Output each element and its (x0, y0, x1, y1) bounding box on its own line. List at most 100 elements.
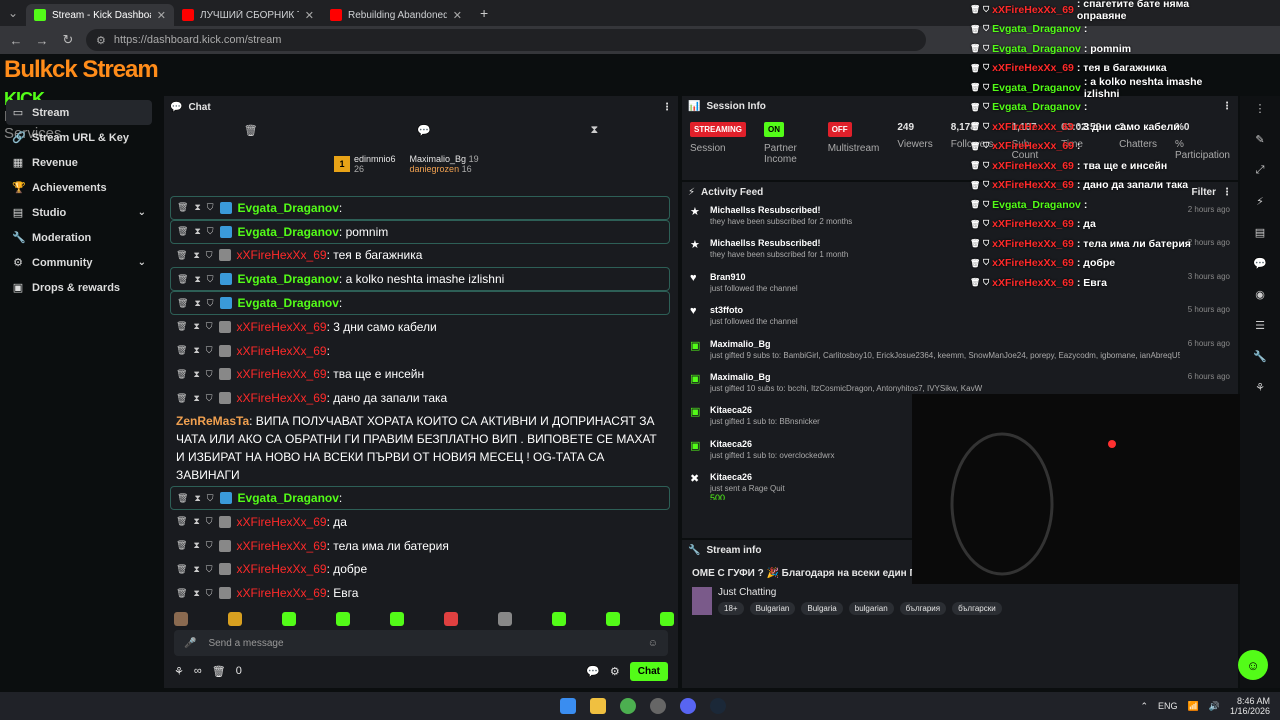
windows-icon[interactable] (560, 698, 576, 714)
points-icon[interactable]: ⚘ (174, 665, 184, 678)
emote-icon[interactable] (444, 612, 458, 626)
sidebar-item-stream[interactable]: ▭ Stream (6, 100, 152, 125)
timeout-icon[interactable]: ⧗ (193, 516, 199, 527)
trash-icon[interactable]: 🗑 (177, 274, 188, 285)
trash-icon[interactable]: 🗑 (177, 202, 188, 213)
sidebar-item-stream-url[interactable]: 🔗 Stream URL & Key (0, 125, 158, 150)
tag[interactable]: bulgarian (848, 602, 894, 615)
trash-icon[interactable]: 🗑 (176, 250, 187, 261)
timeout-icon[interactable]: ⧗ (193, 369, 199, 380)
wrench-icon[interactable]: 🔧 (1253, 350, 1267, 363)
shield-icon[interactable]: ⛉ (207, 298, 214, 309)
tag[interactable]: Bulgarian (749, 602, 796, 615)
shield-icon[interactable]: ⛉ (206, 369, 213, 380)
emote-icon[interactable] (606, 612, 620, 626)
list-icon[interactable]: ☰ (1255, 319, 1265, 332)
tag[interactable]: Bulgaria (801, 602, 843, 615)
trash-icon[interactable]: 🗑 (176, 588, 187, 599)
sidebar-item-studio[interactable]: ▤ Studio ⌄ (0, 200, 158, 225)
username[interactable]: xXFireHexXx_69 (237, 320, 327, 334)
emote-icon[interactable] (660, 612, 674, 626)
trash-icon[interactable]: 🗑 (244, 124, 258, 137)
trash-icon[interactable]: 🗑 (177, 493, 188, 504)
chevron-down-icon[interactable]: ⌄ (138, 257, 146, 268)
chat-message[interactable]: 🗑 ⧗ ⛉ xXFireHexXx_69: 3 дни само кабели (170, 315, 670, 339)
timeout-icon[interactable]: ⧗ (194, 493, 200, 504)
username[interactable]: xXFireHexXx_69 (237, 367, 327, 381)
gift-icon[interactable]: 🗑 (212, 665, 226, 678)
folder-icon[interactable] (590, 698, 606, 714)
timeout-icon[interactable]: ⧗ (194, 202, 200, 213)
username[interactable]: xXFireHexXx_69 (237, 539, 327, 553)
chrome-icon[interactable] (620, 698, 636, 714)
new-tab-button[interactable]: + (480, 5, 488, 21)
timeout-icon[interactable]: ⧗ (193, 321, 199, 332)
shield-icon[interactable]: ⛉ (206, 516, 213, 527)
sidebar-item-drops[interactable]: ▣ Drops & rewards (0, 275, 158, 300)
activity-name[interactable]: Maximalio_Bg (710, 372, 1180, 382)
chat-message[interactable]: 🗑 ⧗ ⛉ Evgata_Draganov: a kolko neshta imash… (170, 267, 670, 292)
chat-message[interactable]: 🗑 ⧗ ⛉ xXFireHexXx_69: тела има ли батерия (170, 534, 670, 558)
wifi-icon[interactable]: 📶 (1188, 701, 1199, 712)
timeout-icon[interactable]: ⧗ (193, 564, 199, 575)
share-icon[interactable]: ⚘ (1255, 381, 1265, 394)
trash-icon[interactable]: 🗑 (176, 540, 187, 551)
more-icon[interactable]: ⋮ (1255, 102, 1266, 115)
shield-icon[interactable]: ⛉ (207, 493, 214, 504)
chat-bubble-icon[interactable]: 💬 (417, 124, 431, 137)
username[interactable]: xXFireHexXx_69 (237, 248, 327, 262)
hourglass-icon[interactable]: ⧗ (591, 124, 599, 137)
timeout-icon[interactable]: ⧗ (194, 226, 200, 237)
emote-icon[interactable] (552, 612, 566, 626)
broadcast-icon[interactable]: ◉ (1255, 288, 1265, 301)
tab-youtube-1[interactable]: ЛУЧШИЙ СБОРНИК ТРЕКОВ✕ (174, 4, 322, 26)
chat-message[interactable]: 🗑 ⧗ ⛉ xXFireHexXx_69: тва ще е инсейн (170, 363, 670, 387)
chat-message[interactable]: 🗑 ⧗ ⛉ xXFireHexXx_69: тея в багажника (170, 244, 670, 268)
pencil-icon[interactable]: ✎ (1255, 133, 1264, 146)
username[interactable]: Evgata_Draganov (238, 491, 339, 505)
trash-icon[interactable]: 🗑 (176, 369, 187, 380)
username[interactable]: xXFireHexXx_69 (237, 562, 327, 576)
shield-icon[interactable]: ⛉ (206, 540, 213, 551)
timeout-icon[interactable]: ⧗ (193, 345, 199, 356)
emote-icon[interactable] (174, 612, 188, 626)
chat-button[interactable]: Chat (629, 661, 668, 681)
shield-icon[interactable]: ⛉ (206, 345, 213, 356)
message-input[interactable]: 🎤 Send a message ☺ (174, 630, 668, 656)
site-info-icon[interactable]: ⚙ (96, 34, 106, 47)
emote-icon[interactable] (228, 612, 242, 626)
username[interactable]: xXFireHexXx_69 (237, 391, 327, 405)
activity-name[interactable]: st3ffoto (710, 305, 1180, 315)
trash-icon[interactable]: 🗑 (176, 321, 187, 332)
timeout-icon[interactable]: ⧗ (194, 298, 200, 309)
trash-icon[interactable]: 🗑 (176, 345, 187, 356)
tab-menu-icon[interactable]: ⌄ (0, 6, 26, 20)
close-icon[interactable]: ✕ (453, 9, 462, 22)
close-icon[interactable]: ✕ (157, 9, 166, 22)
trash-icon[interactable]: 🗑 (176, 516, 187, 527)
username[interactable]: Evgata_Draganov (238, 272, 339, 286)
username[interactable]: xXFireHexXx_69 (237, 515, 327, 529)
chat-message[interactable]: 🗑 ⧗ ⛉ xXFireHexXx_69: дано да запали така (170, 386, 670, 410)
sidebar-item-community[interactable]: ⚙ Community ⌄ (0, 250, 158, 275)
emoji-icon[interactable]: ☺ (648, 638, 658, 649)
sidebar-item-moderation[interactable]: 🔧 Moderation (0, 225, 158, 250)
chat-message[interactable]: 🗑 ⧗ ⛉ xXFireHexXx_69: (170, 339, 670, 363)
activity-name[interactable]: Maximalio_Bg (710, 339, 1180, 349)
sidebar-item-achievements[interactable]: 🏆 Achievements (0, 175, 158, 200)
help-chat-button[interactable]: ☺ (1238, 650, 1268, 680)
timeout-icon[interactable]: ⧗ (194, 274, 200, 285)
timeout-icon[interactable]: ⧗ (193, 250, 199, 261)
steam-icon[interactable] (710, 698, 726, 714)
emote-icon[interactable] (282, 612, 296, 626)
volume-icon[interactable]: 🔊 (1209, 701, 1220, 712)
emote-icon[interactable] (336, 612, 350, 626)
url-field[interactable]: ⚙ https://dashboard.kick.com/stream (86, 29, 926, 51)
chat-icon[interactable]: 💬 (1253, 257, 1267, 270)
username[interactable]: Evgata_Draganov (238, 201, 339, 215)
trash-icon[interactable]: 🗑 (177, 226, 188, 237)
tag[interactable]: 18+ (718, 602, 744, 615)
emote-icon[interactable] (390, 612, 404, 626)
trash-icon[interactable]: 🗑 (176, 564, 187, 575)
tag[interactable]: български (952, 602, 1002, 615)
